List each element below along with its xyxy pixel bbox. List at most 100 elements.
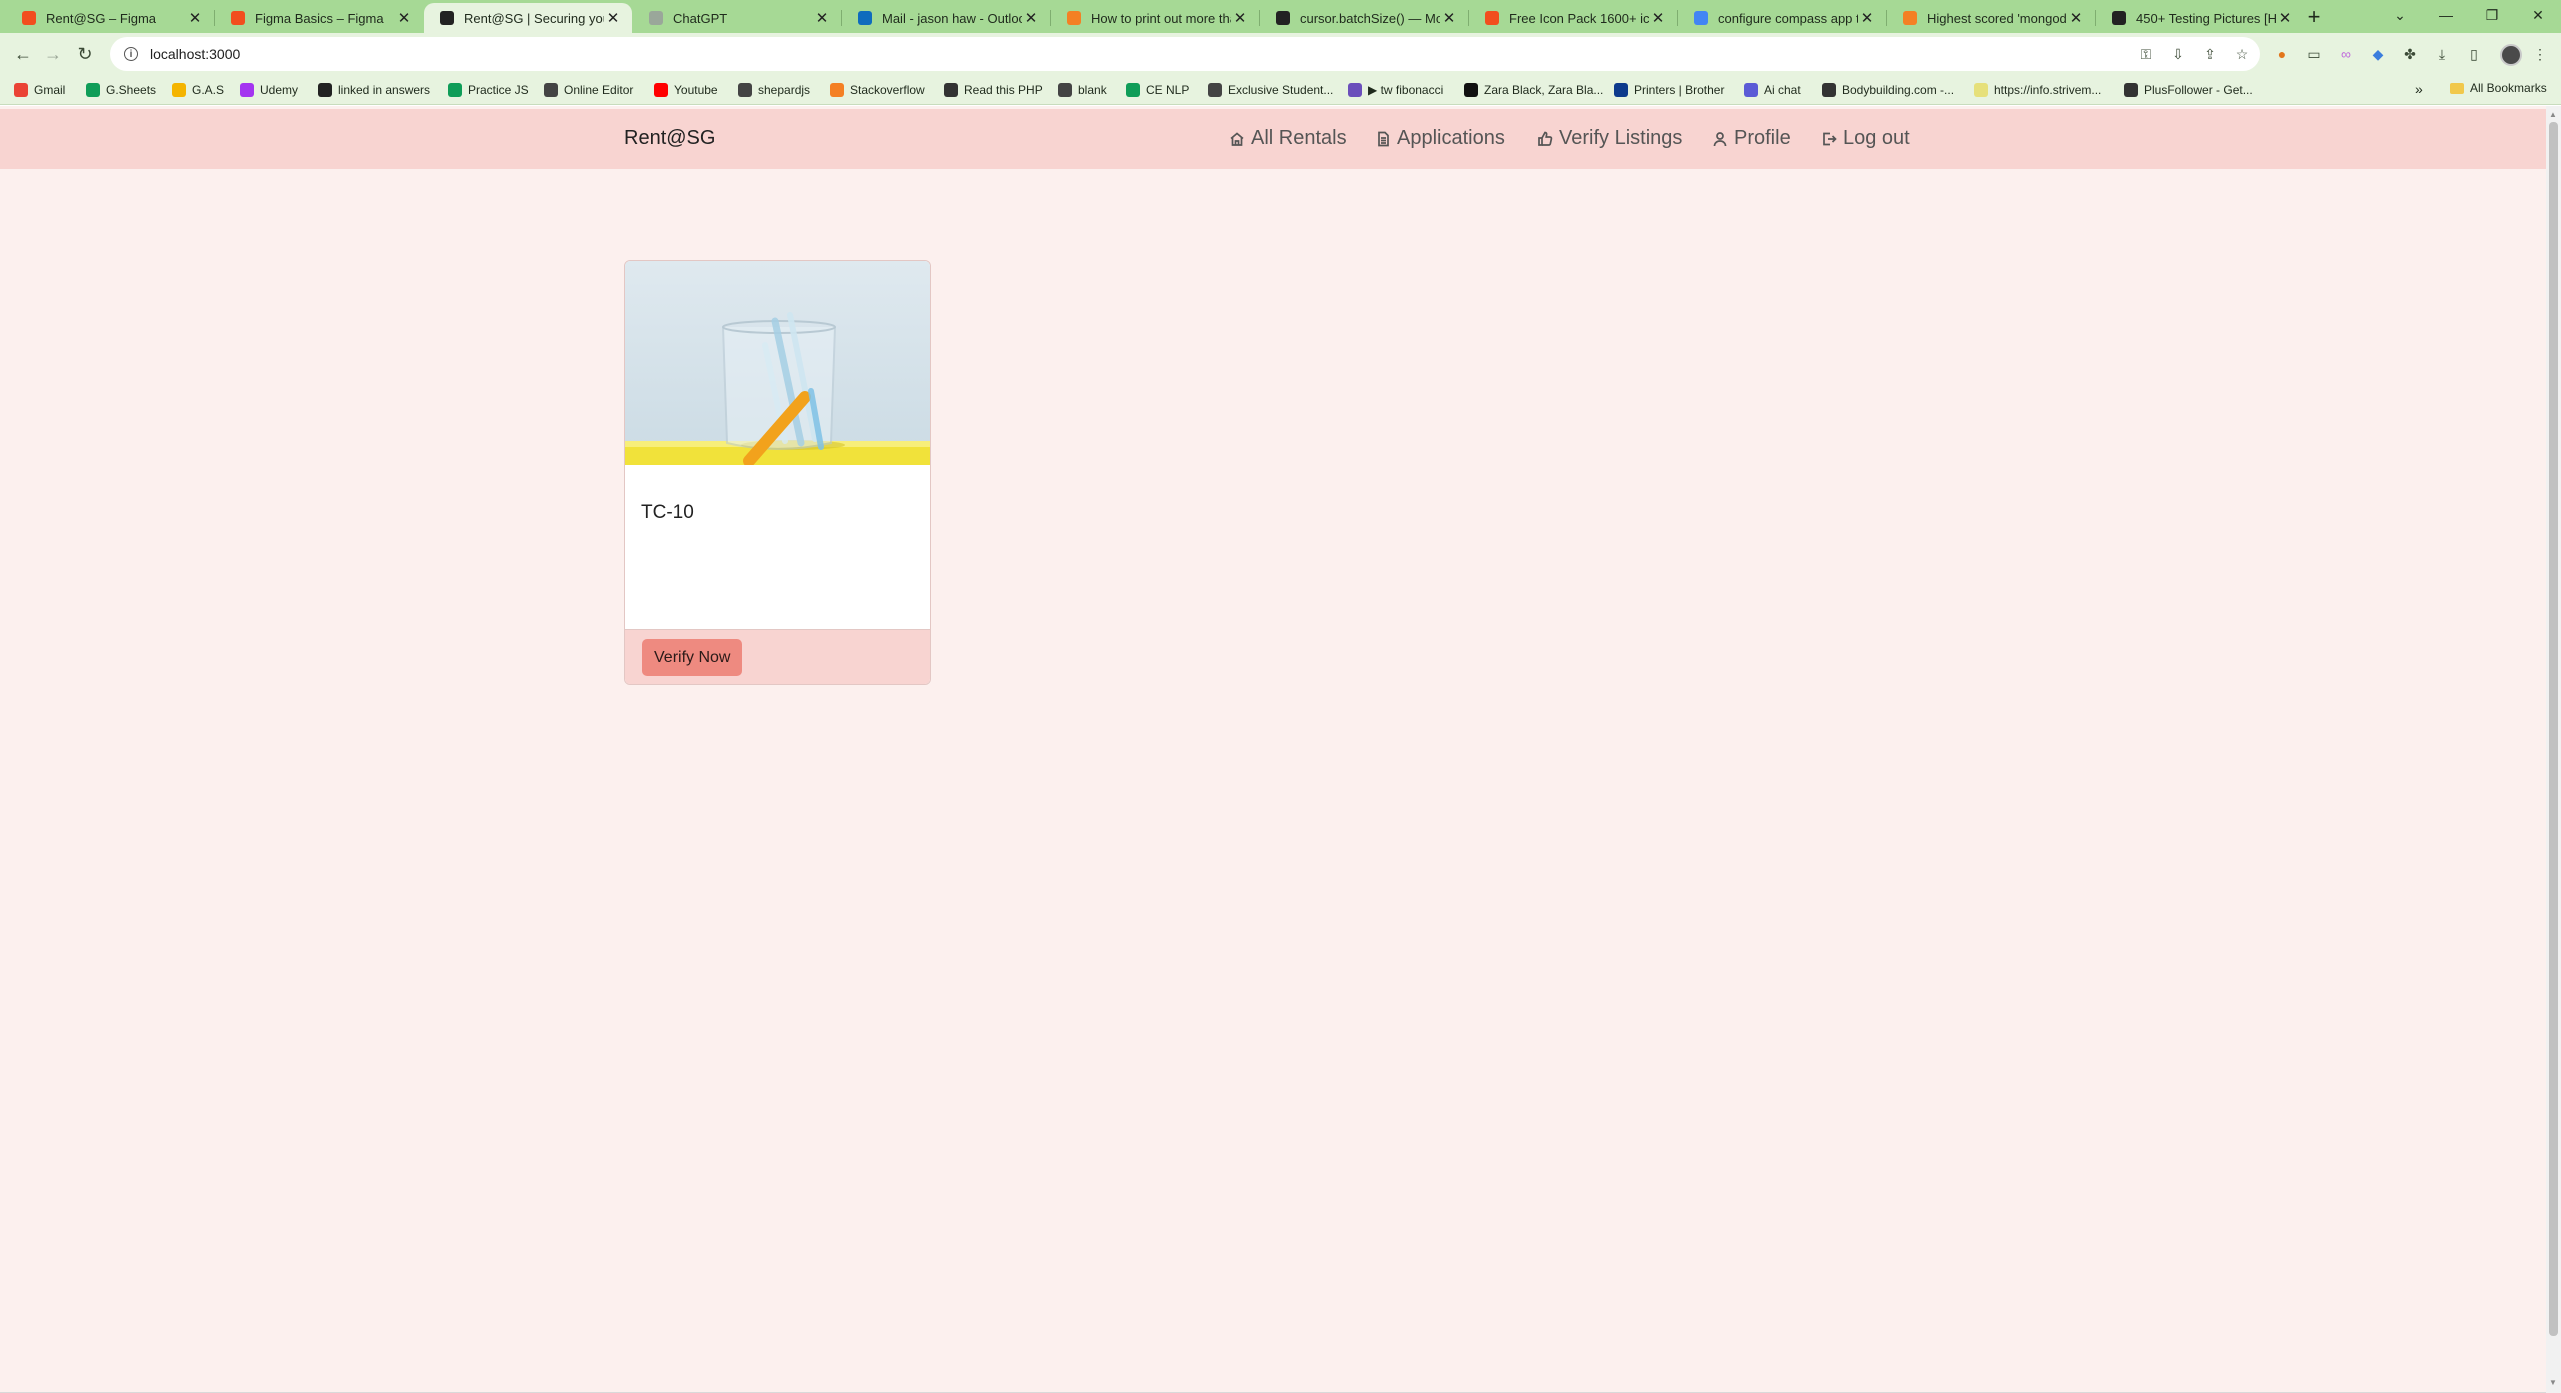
bookmark-item[interactable]: shepardjs	[738, 81, 810, 99]
scrollbar-thumb[interactable]	[2549, 122, 2558, 1336]
all-bookmarks-button[interactable]: All Bookmarks	[2450, 81, 2547, 95]
downloads-icon[interactable]: ⤓	[2432, 44, 2452, 64]
bookmark-label: Practice JS	[468, 83, 529, 97]
bookmark-star-icon[interactable]: ☆	[2232, 44, 2252, 64]
scroll-down-arrow-icon[interactable]: ▼	[2549, 1378, 2557, 1387]
figma-icon	[22, 11, 36, 25]
extension-link-icon[interactable]: ∞	[2336, 44, 2356, 64]
tab-close-icon[interactable]: ✕	[2067, 9, 2085, 27]
bookmark-label: Printers | Brother	[1634, 83, 1725, 97]
minimize-window-icon[interactable]: —	[2426, 2, 2466, 28]
brand-link[interactable]: Rent@SG	[624, 127, 715, 150]
extension-puzzle-blue-icon[interactable]: ◆	[2368, 44, 2388, 64]
close-window-icon[interactable]: ✕	[2518, 2, 2558, 28]
browser-tab-title: ChatGPT	[673, 10, 728, 26]
scroll-up-arrow-icon[interactable]: ▲	[2549, 110, 2557, 119]
bookmark-item[interactable]: ▶ tw fibonacci	[1348, 81, 1443, 99]
nav-verify-listings[interactable]: Verify Listings	[1536, 127, 1682, 150]
listing-image	[625, 261, 930, 465]
bookmark-item[interactable]: Printers | Brother	[1614, 81, 1724, 99]
editor-icon	[544, 83, 558, 97]
tab-close-icon[interactable]: ✕	[1022, 9, 1040, 27]
bookmark-item[interactable]: PlusFollower - Get...	[2124, 81, 2253, 99]
new-tab-button[interactable]: +	[2300, 4, 2328, 29]
browser-toolbar: ← → ↻ i localhost:3000 ⚿ ⇩ ⇪ ☆ ● ▭ ∞ ◆ ✤…	[0, 33, 2561, 75]
bookmark-item[interactable]: G.A.S	[172, 81, 224, 99]
browser-tab[interactable]: Figma Basics – Figma ✕	[215, 3, 423, 33]
bookmark-item[interactable]: CE NLP	[1126, 81, 1189, 99]
extension-metamask-icon[interactable]: ●	[2272, 44, 2292, 64]
browser-tab[interactable]: cursor.batchSize() — Mon ✕	[1260, 3, 1468, 33]
profile-avatar[interactable]	[2500, 44, 2522, 66]
tab-close-icon[interactable]: ✕	[1440, 9, 1458, 27]
bookmark-item[interactable]: blank	[1058, 81, 1107, 99]
key-icon[interactable]: ⚿	[2136, 44, 2156, 64]
extensions-puzzle-icon[interactable]: ✤	[2400, 44, 2420, 64]
browser-tab[interactable]: configure compass app to ✕	[1678, 3, 1886, 33]
bookmarks-overflow-button[interactable]: »	[2415, 81, 2423, 97]
bookmark-label: https://info.strivem...	[1994, 83, 2102, 97]
tab-close-icon[interactable]: ✕	[2276, 9, 2294, 27]
bookmark-item[interactable]: Gmail	[14, 81, 65, 99]
bookmark-item[interactable]: Exclusive Student...	[1208, 81, 1333, 99]
reload-icon[interactable]: ↻	[72, 41, 98, 67]
forward-arrow-icon[interactable]: →	[40, 41, 66, 67]
bookmark-item[interactable]: https://info.strivem...	[1974, 81, 2101, 99]
browser-tab-title: Rent@SG | Securing your	[464, 10, 604, 26]
nav-applications[interactable]: Applications	[1374, 127, 1505, 150]
bookmark-item[interactable]: Stackoverflow	[830, 81, 925, 99]
install-app-icon[interactable]: ⇩	[2168, 44, 2188, 64]
tab-close-icon[interactable]: ✕	[813, 9, 831, 27]
site-info-icon[interactable]: i	[124, 47, 138, 61]
bookmark-label: PlusFollower - Get...	[2144, 83, 2253, 97]
browser-tab[interactable]: Mail - jason haw - Outlook ✕	[842, 3, 1050, 33]
restore-window-icon[interactable]: ❐	[2472, 2, 2512, 28]
bookmark-item[interactable]: linked in answers	[318, 81, 430, 99]
page-scrollbar[interactable]: ▲ ▼	[2546, 106, 2561, 1393]
bookmark-item[interactable]: Ai chat	[1744, 81, 1801, 99]
bookmark-item[interactable]: Bodybuilding.com -...	[1822, 81, 1954, 99]
browser-tab[interactable]: Free Icon Pack 1600+ icon ✕	[1469, 3, 1677, 33]
browser-tab-title: cursor.batchSize() — Mon	[1300, 10, 1440, 26]
nav-log-out[interactable]: Log out	[1820, 127, 1910, 150]
nav-all-rentals[interactable]: All Rentals	[1228, 127, 1347, 150]
bookmark-label: Online Editor	[564, 83, 634, 97]
extension-cast-icon[interactable]: ▭	[2304, 44, 2324, 64]
share-icon[interactable]: ⇪	[2200, 44, 2220, 64]
bookmark-label: Youtube	[674, 83, 718, 97]
browser-tab[interactable]: How to print out more tha ✕	[1051, 3, 1259, 33]
tab-close-icon[interactable]: ✕	[186, 9, 204, 27]
verify-now-button[interactable]: Verify Now	[642, 639, 743, 676]
bookmark-item[interactable]: Youtube	[654, 81, 718, 99]
tab-close-icon[interactable]: ✕	[604, 9, 622, 27]
browser-menu-icon[interactable]: ⋮	[2530, 44, 2550, 64]
browser-tab[interactable]: 450+ Testing Pictures [HD ✕	[2096, 3, 2304, 33]
figma-icon	[1485, 11, 1499, 25]
stackoverflow-icon	[1903, 11, 1917, 25]
back-arrow-icon[interactable]: ←	[10, 41, 36, 67]
globe-icon	[1058, 83, 1072, 97]
gmail-icon	[14, 83, 28, 97]
bookmark-item[interactable]: Online Editor	[544, 81, 633, 99]
nav-profile[interactable]: Profile	[1711, 127, 1791, 150]
browser-tab[interactable]: Highest scored 'mongodb ✕	[1887, 3, 2095, 33]
react-icon	[440, 11, 454, 25]
tab-close-icon[interactable]: ✕	[1858, 9, 1876, 27]
tab-search-chevron-icon[interactable]: ⌄	[2380, 2, 2420, 28]
tab-close-icon[interactable]: ✕	[1649, 9, 1667, 27]
brother-icon	[1614, 83, 1628, 97]
bookmark-item[interactable]: Read this PHP	[944, 81, 1043, 99]
bookmark-item[interactable]: Practice JS	[448, 81, 529, 99]
side-panel-icon[interactable]: ▯	[2464, 44, 2484, 64]
bookmark-item[interactable]: Zara Black, Zara Bla...	[1464, 81, 1603, 99]
address-bar[interactable]: i localhost:3000	[110, 37, 2260, 71]
tab-close-icon[interactable]: ✕	[395, 9, 413, 27]
bookmark-item[interactable]: G.Sheets	[86, 81, 156, 99]
browser-tab[interactable]: Rent@SG | Securing your ✕	[424, 3, 632, 33]
tab-close-icon[interactable]: ✕	[1231, 9, 1249, 27]
nav-verify-listings-label: Verify Listings	[1559, 127, 1683, 149]
browser-tab[interactable]: ChatGPT ✕	[633, 3, 841, 33]
bookmark-item[interactable]: Udemy	[240, 81, 298, 99]
address-bar-url[interactable]: localhost:3000	[150, 46, 240, 62]
browser-tab[interactable]: Rent@SG – Figma ✕	[6, 3, 214, 33]
